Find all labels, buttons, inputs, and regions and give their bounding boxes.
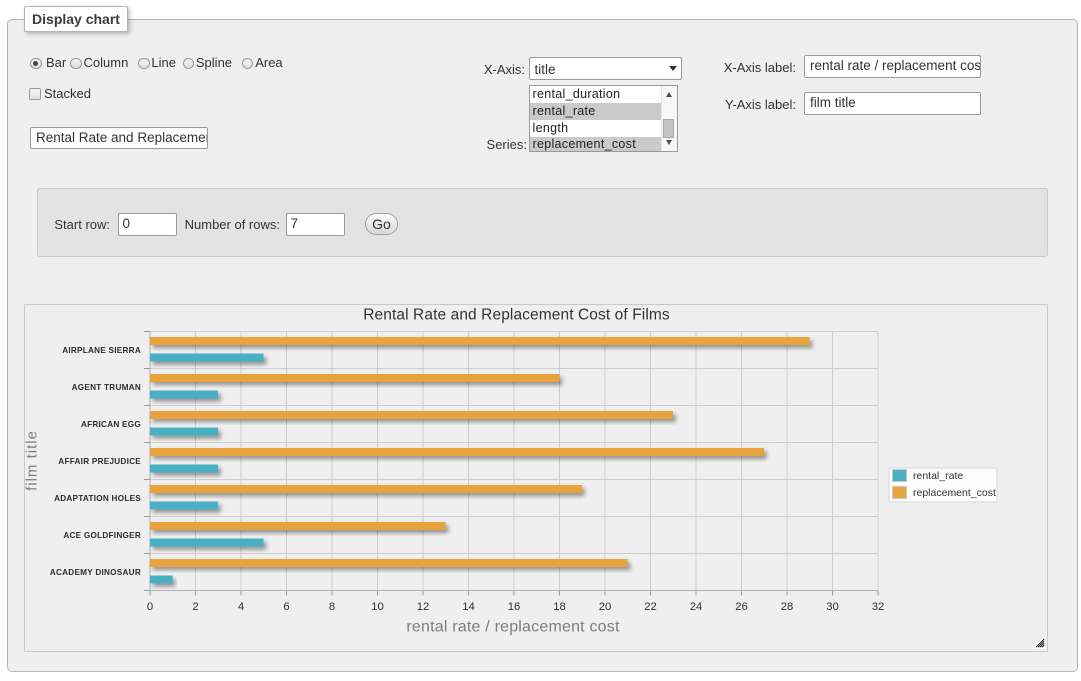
svg-text:14: 14 [462,601,475,613]
svg-text:10: 10 [371,601,384,613]
svg-text:0: 0 [147,601,153,613]
svg-text:8: 8 [329,601,335,613]
svg-text:28: 28 [781,601,794,613]
svg-text:24: 24 [690,601,703,613]
svg-text:AGENT TRUMAN: AGENT TRUMAN [72,383,141,392]
svg-text:AFFAIR PREJUDICE: AFFAIR PREJUDICE [58,457,141,466]
svg-text:rental rate / replacement cost: rental rate / replacement cost [406,619,620,636]
svg-text:20: 20 [599,601,612,613]
svg-text:replacement_cost: replacement_cost [913,487,996,499]
svg-text:2: 2 [192,601,198,613]
svg-text:Rental Rate and Replacement Co: Rental Rate and Replacement Cost of Film… [363,307,670,324]
svg-text:18: 18 [553,601,566,613]
svg-text:ADAPTATION HOLES: ADAPTATION HOLES [54,494,141,503]
svg-text:AFRICAN EGG: AFRICAN EGG [81,420,141,429]
svg-text:ACADEMY DINOSAUR: ACADEMY DINOSAUR [50,568,141,577]
svg-text:6: 6 [283,601,289,613]
svg-text:26: 26 [735,601,748,613]
svg-text:16: 16 [508,601,521,613]
svg-text:rental_rate: rental_rate [913,470,963,482]
svg-text:ACE GOLDFINGER: ACE GOLDFINGER [63,531,141,540]
svg-text:32: 32 [872,601,885,613]
svg-text:AIRPLANE SIERRA: AIRPLANE SIERRA [62,346,141,355]
svg-text:film title: film title [25,430,41,491]
svg-text:22: 22 [644,601,657,613]
svg-text:12: 12 [417,601,430,613]
svg-text:30: 30 [826,601,839,613]
svg-text:4: 4 [238,601,244,613]
